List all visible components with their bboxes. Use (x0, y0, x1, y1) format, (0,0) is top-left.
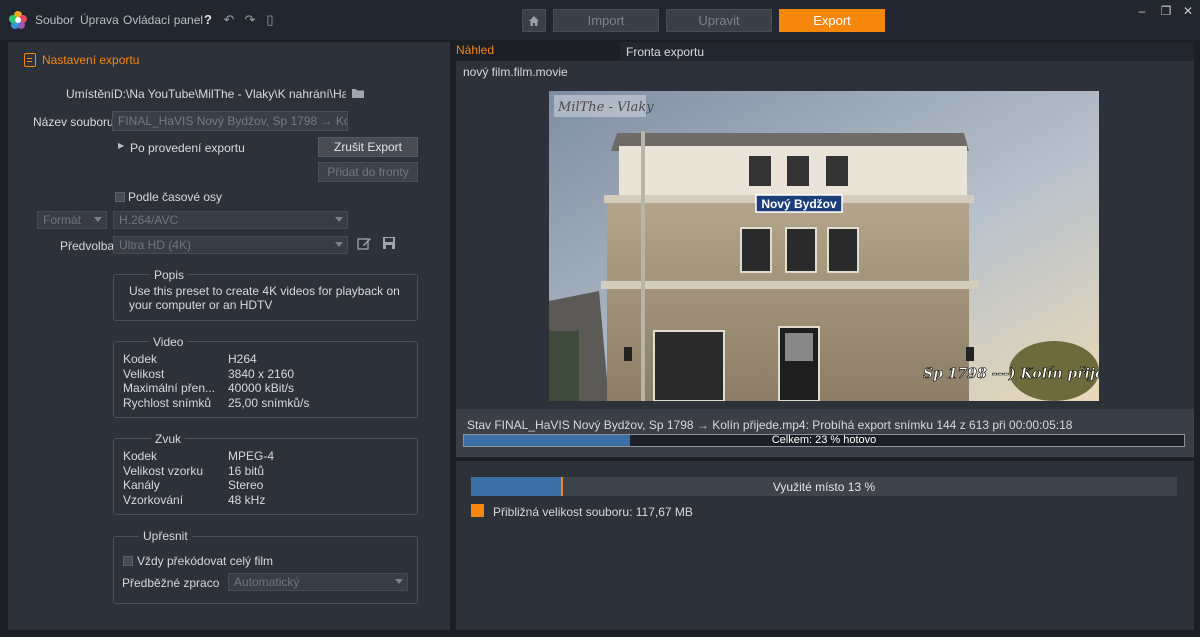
chevron-down-icon (335, 242, 343, 247)
description-title: Popis (150, 268, 189, 282)
after-export-label[interactable]: Po provedení exportu (130, 141, 245, 155)
audio-codec-value: MPEG-4 (228, 449, 275, 463)
section-title: Nastavení exportu (24, 53, 139, 67)
station-sign-text: Nový Bydžov (761, 197, 837, 211)
preview-image: Nový Bydžov MilThe - Vlaky Sp 1798 ---) … (549, 91, 1099, 401)
filename-label: Název souboru (33, 115, 114, 129)
preset-dropdown[interactable]: Ultra HD (4K) (113, 236, 348, 254)
document-icon[interactable]: ▯ (262, 12, 278, 28)
caption-text: Sp 1798 ---) Kolín přijede. (923, 366, 1099, 382)
undo-icon[interactable]: ↶ (221, 12, 237, 28)
home-button[interactable] (522, 9, 546, 32)
always-transcode-label: Vždy překódovat celý film (137, 554, 274, 568)
station-illustration: Nový Bydžov MilThe - Vlaky Sp 1798 ---) … (549, 91, 1099, 401)
storage-label: Využité místo 13 % (772, 480, 876, 494)
video-size-value: 3840 x 2160 (228, 367, 295, 381)
chevron-down-icon (395, 579, 403, 584)
location-value: D:\Na YouTube\MilThe - Vlaky\K nahrání\H… (114, 87, 346, 101)
video-codec-label: Kodek (123, 352, 158, 366)
export-progress-bar: Celkem: 23 % hotovo (463, 434, 1185, 447)
expand-arrow-icon[interactable]: ▶ (118, 141, 124, 150)
file-size-legend-swatch (471, 504, 484, 517)
audio-samplesize-value: 16 bitů (228, 464, 265, 478)
add-to-queue-button[interactable]: Přidat do fronty (318, 162, 418, 182)
status-bar (456, 409, 1194, 457)
app-logo-icon (9, 11, 27, 29)
export-status-text: Stav FINAL_HaVIS Nový Bydžov, Sp 1798 → … (467, 418, 1073, 432)
filename-input[interactable]: FINAL_HaVIS Nový Bydžov, Sp 1798 → Kolín… (112, 111, 348, 131)
top-bar: Soubor Úprava Ovládací panel ? ↶ ↷ ▯ Imp… (0, 0, 1200, 40)
format-value: H.264/AVC (119, 213, 179, 227)
location-label: Umístění (66, 87, 115, 101)
folder-icon[interactable] (352, 88, 364, 98)
edit-preset-icon[interactable] (357, 236, 372, 250)
audio-codec-label: Kodek (123, 449, 158, 463)
description-text: Use this preset to create 4K videos for … (129, 284, 400, 312)
menu-control-panel[interactable]: Ovládací panel (123, 13, 203, 27)
prerender-label: Předběžné zpraco (122, 576, 220, 590)
prerender-dropdown[interactable]: Automatický (228, 573, 408, 591)
export-button[interactable]: Export (779, 9, 885, 32)
close-icon[interactable]: ✕ (1180, 4, 1196, 18)
audio-title: Zvuk (151, 432, 186, 446)
file-size-text: Přibližná velikost souboru: 117,67 MB (493, 505, 693, 519)
audio-samplerate-label: Vzorkování (123, 493, 184, 507)
menu-file[interactable]: Soubor (35, 13, 74, 27)
watermark-text: MilThe - Vlaky (557, 100, 654, 115)
format-label: Formát (43, 213, 82, 227)
restore-icon[interactable]: ❐ (1158, 4, 1174, 18)
chevron-down-icon (335, 217, 343, 222)
video-bitrate-label: Maximální přen... (123, 381, 216, 395)
preview-filename: nový film.film.movie (463, 65, 568, 79)
tab-export-queue[interactable]: Fronta exportu (620, 42, 1194, 61)
help-icon[interactable]: ? (200, 12, 216, 27)
edit-button[interactable]: Upravit (666, 9, 772, 32)
menu-edit[interactable]: Úprava (80, 13, 119, 27)
minimize-icon[interactable]: – (1134, 4, 1150, 18)
refine-title: Upřesnit (139, 529, 192, 543)
export-settings-title: Nastavení exportu (42, 53, 140, 67)
video-codec-value: H264 (228, 352, 257, 366)
video-title: Video (149, 335, 188, 349)
video-bitrate-value: 40000 kBit/s (228, 381, 295, 395)
storage-bar: Využité místo 13 % (471, 477, 1177, 496)
format-dropdown[interactable]: Formát (37, 211, 107, 229)
video-framerate-value: 25,00 snímků/s (228, 396, 310, 410)
tab-preview[interactable]: Náhled (456, 43, 494, 57)
tab-export-queue-label: Fronta exportu (626, 45, 705, 59)
timeline-checkbox[interactable] (115, 192, 125, 202)
refine-groupbox (113, 536, 418, 604)
prerender-value: Automatický (234, 575, 300, 589)
preset-label: Předvolba (60, 239, 115, 253)
video-framerate-label: Rychlost snímků (123, 396, 212, 410)
preset-value: Ultra HD (4K) (119, 238, 192, 252)
home-icon (529, 15, 539, 26)
timeline-label: Podle časové osy (128, 190, 223, 204)
codec-dropdown[interactable]: H.264/AVC (113, 211, 348, 229)
audio-samplesize-label: Velikost vzorku (123, 464, 204, 478)
export-progress-label: Celkem: 23 % hotovo (771, 434, 877, 446)
audio-channels-label: Kanály (123, 478, 160, 492)
chevron-down-icon (94, 217, 102, 222)
audio-channels-value: Stereo (228, 478, 264, 492)
video-size-label: Velikost (123, 367, 165, 381)
save-preset-icon[interactable] (382, 236, 396, 250)
export-settings-icon (24, 53, 36, 67)
audio-samplerate-value: 48 kHz (228, 493, 266, 507)
always-transcode-checkbox[interactable] (123, 556, 133, 566)
redo-icon[interactable]: ↷ (242, 12, 258, 28)
cancel-export-button[interactable]: Zrušit Export (318, 137, 418, 157)
import-button[interactable]: Import (553, 9, 659, 32)
